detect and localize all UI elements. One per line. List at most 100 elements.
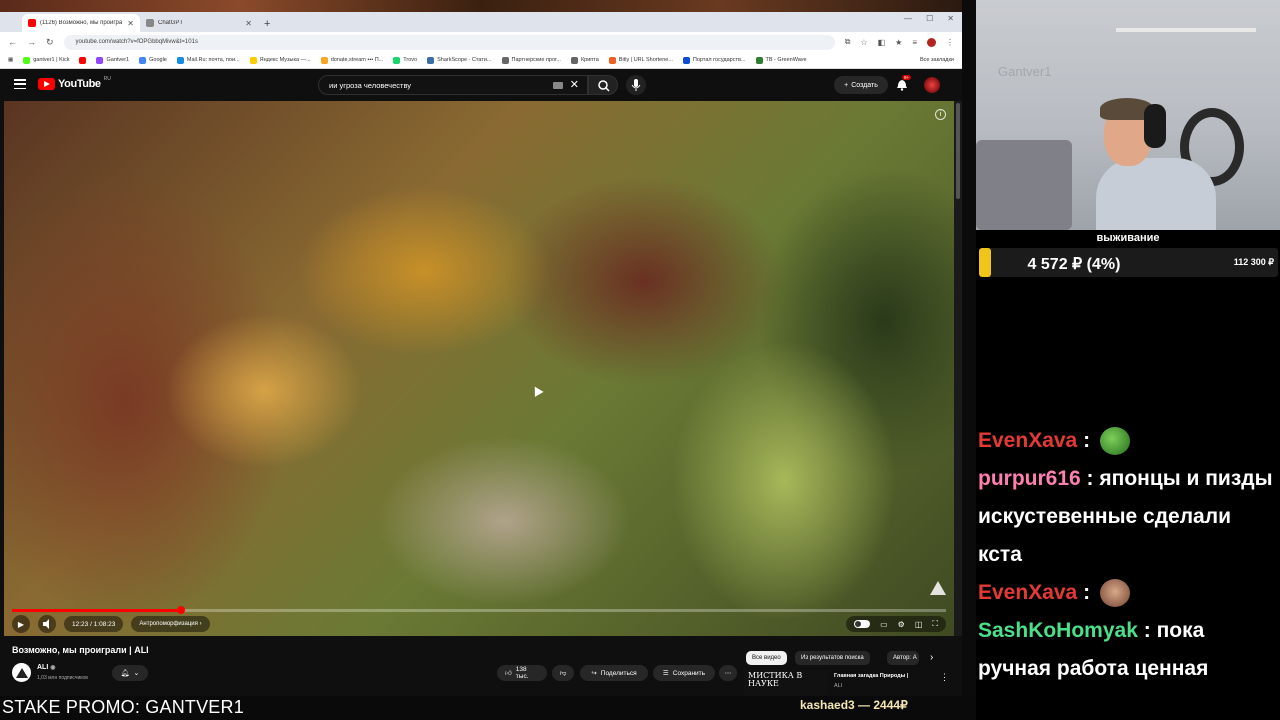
progress-bar[interactable] [12,606,946,614]
close-tab-icon[interactable]: ✕ [127,19,134,28]
wall-logo: Gantver1 [998,64,1052,79]
ali-watermark-icon [930,581,946,595]
bookmark-item[interactable]: Google [139,56,167,64]
thumbs-up-icon: 👍︎ [505,670,512,677]
chevron-right-icon[interactable]: › [930,652,933,663]
profile-avatar[interactable] [927,37,936,47]
favorites-icon[interactable]: ★ [895,38,902,47]
bookmark-item[interactable]: Gantver1 [96,56,129,64]
forward-icon[interactable]: → [27,37,36,47]
media-icon[interactable]: ≡ [912,38,917,47]
address-bar-actions: ⧉ ☆ ◧ ★ ≡ ⋮ [845,37,954,47]
sharkscope-icon [427,56,435,64]
play-button[interactable]: ▶ [12,615,30,633]
menu-icon[interactable]: ⋮ [946,38,954,47]
youtube-logo[interactable]: YouTube RU [38,76,111,90]
autoplay-toggle[interactable] [854,620,871,628]
menu-burger-icon[interactable] [14,79,26,89]
bookmark-item[interactable]: Trovo [393,56,417,64]
search-input[interactable]: ии угроза человечеству ✕ [318,75,588,95]
keyboard-icon[interactable] [553,82,563,89]
chat-message: EvenXava : [978,574,1278,612]
face-emote-icon [1099,579,1130,608]
bookmark-item[interactable]: Bitly | URL Shortene... [608,56,673,64]
info-icon[interactable]: i [935,109,946,120]
filter-all-videos[interactable]: Все видео [746,651,787,665]
voice-search-button[interactable] [626,75,646,95]
bookmark-item[interactable]: donate.stream ••• П... [320,56,383,64]
filter-author[interactable]: Автор: А [887,651,919,665]
minimize-icon[interactable]: — [904,14,912,23]
scrollbar-thumb[interactable] [956,103,960,199]
tradingview-icon [755,56,763,64]
time-display: 12:23 / 1:08:23 [64,616,124,632]
clear-search-icon[interactable]: ✕ [570,78,579,91]
subscribed-button[interactable]: 🔔︎ ⌄ [112,665,148,681]
notifications-button[interactable]: 9+ [896,75,912,96]
bookmark-folder[interactable]: Партнерские прог... [501,56,561,64]
wall-shelf [1116,28,1256,32]
subtitles-icon[interactable]: ▭ [880,620,888,629]
volume-button[interactable] [38,615,56,633]
bookmark-item[interactable] [79,56,87,64]
chapter-button[interactable]: Антропоморфизация › [131,616,210,632]
recommended-channel: ALI [834,683,843,689]
dislike-button[interactable]: 👎︎ [552,665,574,681]
bookmark-star-icon[interactable]: ☆ [860,38,867,47]
bookmark-item[interactable]: TB - GreenWave [755,56,807,64]
channel-name[interactable]: ALI ◉ [37,664,55,671]
reload-icon[interactable]: ↻ [46,37,54,48]
page-scrollbar[interactable] [954,101,962,696]
bookmark-folder[interactable]: Крипта [570,56,599,64]
bookmark-item[interactable]: Портал государств... [682,56,746,64]
url-field[interactable]: youtube.com/watch?v=fOPGbbqMivw&t=101s [63,34,835,50]
address-bar: ← → ↻ youtube.com/watch?v=fOPGbbqMivw&t=… [0,32,962,52]
save-button[interactable]: ☰ Сохранить [653,665,715,681]
search-button[interactable] [588,75,618,95]
recommended-title[interactable]: Главная загадка Природы | [834,673,928,679]
close-tab-icon[interactable]: ✕ [245,19,252,28]
share-button[interactable]: ↪ Поделиться [580,665,648,681]
bookmark-item[interactable]: SharkScope · Стати... [427,56,492,64]
chat-message: EvenXava : [978,422,1278,460]
fullscreen-icon[interactable]: ⛶ [932,619,938,629]
chat-feed: EvenXava : purpur616 : японцы и пизды ис… [978,422,1278,688]
donate-icon [320,56,328,64]
account-avatar[interactable] [924,77,940,93]
channel-avatar[interactable] [12,663,31,682]
all-bookmarks[interactable]: Все закладки [920,57,954,63]
recommended-thumbnail[interactable]: МИСТИКА В НАУКЕ [744,670,828,696]
thumbs-down-icon: 👎︎ [559,670,567,677]
extensions-icon[interactable]: ◧ [878,38,886,47]
miniplayer-icon[interactable]: ◫ [915,620,923,629]
back-icon[interactable]: ← [8,37,17,47]
browser-window: (1126) Возможно, мы проигра ✕ ChatGPT ✕ … [0,0,962,696]
like-button[interactable]: 👍︎ 138 тыс. [497,665,547,681]
bookmark-item[interactable]: Яндекс Музыка —... [249,56,311,64]
chatgpt-favicon-icon [146,19,154,27]
more-icon[interactable]: ⋮ [940,672,949,683]
more-actions-button[interactable]: ⋯ [719,665,737,681]
chat-username: EvenXava [978,581,1078,604]
progress-scrubber[interactable] [177,606,186,614]
close-window-icon[interactable]: ✕ [947,14,954,23]
maximize-icon[interactable]: ☐ [926,14,933,23]
headphones-icon [1144,104,1166,148]
volume-icon [43,619,49,629]
tab-youtube[interactable]: (1126) Возможно, мы проигра ✕ [22,14,140,32]
bookmark-item[interactable]: Mail.Ru: почта, пои... [176,56,240,64]
install-icon[interactable]: ⧉ [845,37,851,47]
apps-icon[interactable]: ▦ [8,57,13,63]
chevron-right-icon: › [197,621,202,627]
tab-chatgpt[interactable]: ChatGPT ✕ [140,14,258,32]
bookmark-item[interactable]: gantver1 | Kick [23,56,69,64]
create-button[interactable]: + Создать [834,76,888,94]
yandex-music-icon [249,56,257,64]
video-player[interactable]: i ▶ 12:23 / 1:08:23 Антропоморфизация › [4,101,954,636]
more-icon: ⋯ [724,670,732,677]
mailru-icon [176,56,184,64]
settings-gear-icon[interactable]: ⚙ [898,620,905,629]
promo-text: STAKE PROMO: GANTVER1 [2,697,244,717]
new-tab-button[interactable]: + [264,18,270,30]
filter-from-search[interactable]: Из результатов поиска [795,651,870,665]
